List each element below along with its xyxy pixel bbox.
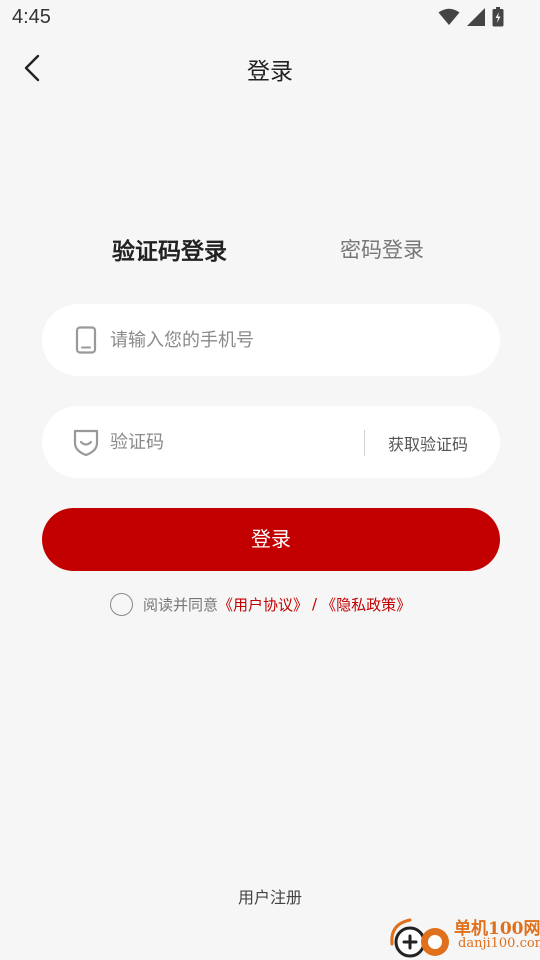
tab-sms-code-login[interactable]: 验证码登录 <box>112 232 227 266</box>
page-title: 登录 <box>247 59 293 85</box>
register-link[interactable]: 用户注册 <box>0 884 540 908</box>
nav-bar: 登录 <box>0 44 540 92</box>
tab-password-login[interactable]: 密码登录 <box>340 234 424 264</box>
watermark-logo-icon <box>390 918 449 958</box>
status-time: 4:45 <box>12 6 51 28</box>
phone-icon <box>75 326 97 354</box>
field-divider <box>364 430 365 456</box>
privacy-policy-link[interactable]: 《隐私政策》 <box>321 594 411 615</box>
status-icons <box>438 7 504 27</box>
wifi-icon <box>438 8 460 25</box>
agreement-row: 阅读并同意 《用户协议》 / 《隐私政策》 <box>110 592 411 616</box>
watermark-domain: danji100.com <box>458 936 540 951</box>
phone-input[interactable] <box>110 304 470 376</box>
shield-icon <box>73 429 99 456</box>
watermark: 单机100网 danji100.com <box>388 912 540 958</box>
agree-checkbox[interactable] <box>110 592 133 616</box>
user-agreement-link[interactable]: 《用户协议》 <box>218 594 308 615</box>
code-field: 获取验证码 <box>42 406 500 478</box>
status-bar: 4:45 <box>0 0 540 36</box>
code-input[interactable] <box>110 406 350 478</box>
login-tabs: 验证码登录 密码登录 <box>0 232 540 272</box>
agreement-separator: / <box>312 595 318 613</box>
get-code-button[interactable]: 获取验证码 <box>388 431 468 455</box>
login-button[interactable]: 登录 <box>42 508 500 571</box>
cellular-signal-icon <box>467 8 485 26</box>
battery-icon <box>492 7 504 27</box>
agreement-prefix: 阅读并同意 <box>143 595 219 614</box>
phone-field <box>42 304 500 376</box>
